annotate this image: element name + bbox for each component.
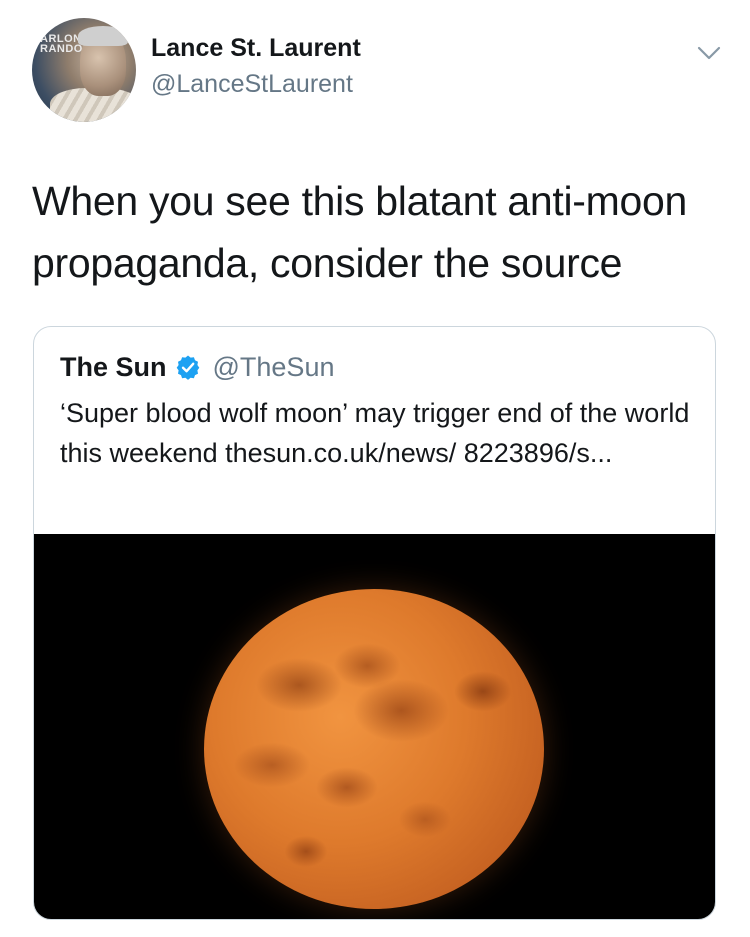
quoted-author-name: The Sun [60,351,167,382]
avatar-magazine-text: ARLON RANDO [40,33,83,55]
quoted-tweet-card[interactable]: The Sun @TheSun ‘Super blood wolf moon’ … [33,326,716,920]
tweet: ARLON RANDO Lance St. Laurent @LanceStLau… [0,0,750,937]
quoted-tweet-text: ‘Super blood wolf moon’ may trigger end … [60,398,690,468]
author-handle[interactable]: @LanceStLaurent [151,70,353,99]
chevron-down-icon[interactable] [694,38,724,68]
quoted-tweet-header: The Sun @TheSun [60,349,334,385]
moon-image [204,589,544,909]
verified-badge-icon [175,354,201,380]
avatar[interactable]: ARLON RANDO [32,18,136,122]
quoted-tweet-image[interactable] [34,534,715,919]
quoted-author-handle: @TheSun [212,351,335,382]
tweet-text: When you see this blatant anti-moon prop… [32,178,687,286]
author-name[interactable]: Lance St. Laurent [151,34,361,63]
avatar-hair [78,26,128,46]
